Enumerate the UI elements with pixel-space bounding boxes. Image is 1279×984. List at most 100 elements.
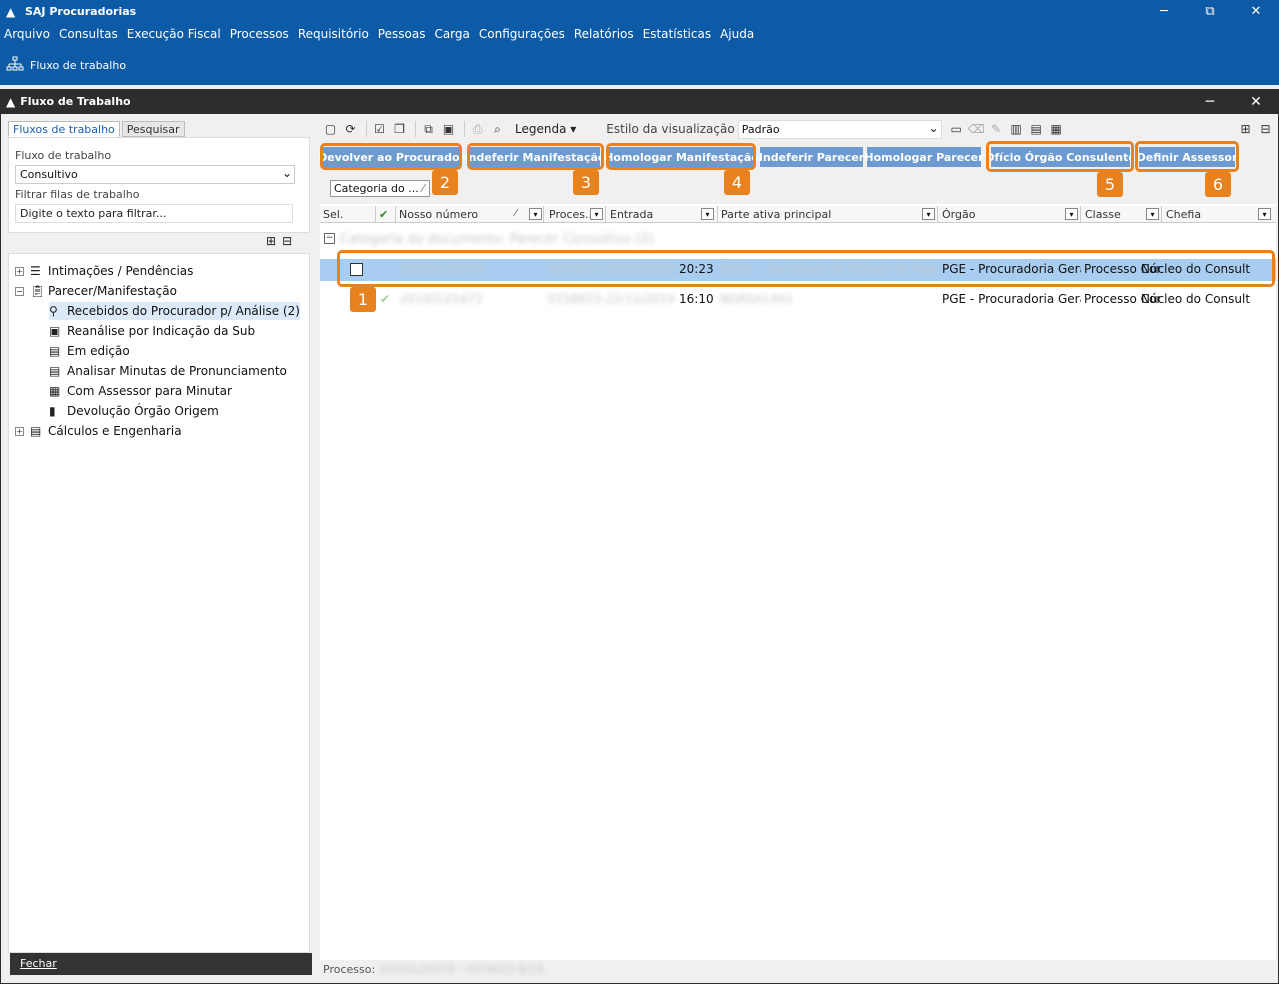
legenda-dropdown[interactable]: Legenda ▾ [515, 122, 576, 136]
highlight-box [986, 141, 1134, 172]
sort-icon: ⁄ [422, 182, 425, 195]
group-by-chip[interactable]: Categoria do ... ⁄ [330, 180, 430, 197]
tree-tools: ⊞ ⊟ [266, 234, 292, 248]
chevron-down-icon: ⌄ [928, 120, 939, 135]
table-row[interactable]: ✔ 20192L01672 0158823-22/12/2019 16:10 N… [320, 289, 1276, 311]
collapse-icon[interactable]: − [324, 233, 335, 244]
col-parte-ativa[interactable]: Parte ativa principal [718, 206, 938, 223]
filter-label: Filtrar filas de trabalho [15, 188, 140, 201]
org-chart-icon[interactable] [6, 56, 26, 74]
refresh-icon[interactable]: ⟳ [342, 121, 359, 138]
chevron-down-icon: ⌄ [281, 166, 292, 180]
export-icon[interactable]: ▣ [440, 121, 457, 138]
tree-item-parecer[interactable]: − 📋︎ Parecer/Manifestação [15, 282, 177, 300]
document-return-icon: ▮ [49, 404, 56, 418]
flow-label: Fluxo de trabalho [15, 149, 112, 162]
new-document-icon[interactable]: ▢ [322, 121, 339, 138]
tree-item-intimacoes[interactable]: + ☰ Intimações / Pendências [15, 262, 193, 280]
close-icon[interactable]: ✕ [1233, 89, 1279, 114]
tree-item-calculos[interactable]: + ▤ Cálculos e Engenharia [15, 422, 182, 440]
homologar-parecer-button[interactable]: Homologar Parecer [864, 147, 984, 167]
tab-fluxos-de-trabalho[interactable]: Fluxos de trabalho [8, 121, 120, 137]
col-nosso-numero[interactable]: Nosso número [396, 206, 544, 223]
status-label: Processo: [323, 963, 376, 976]
tree-item-label: Recebidos do Procurador p/ Análise (2) [67, 304, 300, 318]
col-check[interactable]: ✔ [376, 206, 396, 223]
step-badge: 3 [573, 170, 599, 195]
cell-parte-ativa: NGRSA1441 [720, 292, 794, 306]
column-filter-icon[interactable]: ▾ [1146, 208, 1159, 220]
fechar-button[interactable]: Fechar [10, 953, 312, 975]
estilo-label: Estilo da visualização [606, 122, 735, 136]
step-badge: 1 [350, 287, 376, 312]
menu-requisitorio[interactable]: Requisitório [298, 27, 369, 41]
document-lock-icon: ⎙ [472, 121, 483, 136]
minimize-icon[interactable]: ─ [1187, 89, 1233, 114]
col-label: Nosso número [399, 208, 479, 221]
tree-item-label: Cálculos e Engenharia [48, 424, 182, 438]
group-by-label: Categoria do ... [334, 182, 419, 195]
tab-pesquisar[interactable]: Pesquisar [121, 121, 185, 137]
edit-icon: ✎ [991, 122, 1002, 136]
column-filter-icon[interactable]: ▾ [922, 208, 935, 220]
collapse-icon[interactable]: − [15, 286, 24, 296]
group-row[interactable]: − Categoria do documento: Parecer Consul… [320, 229, 1276, 249]
menu-processos[interactable]: Processos [230, 27, 289, 41]
restore-icon[interactable]: ⧉ [1187, 0, 1233, 23]
column-filter-icon[interactable]: ▾ [701, 208, 714, 220]
col-label: Classe [1085, 208, 1121, 221]
step-badge: 6 [1205, 172, 1231, 197]
close-icon[interactable]: ✕ [1233, 0, 1279, 23]
tree-item-reanalise[interactable]: ▣ Reanálise por Indicação da Sub [49, 322, 255, 340]
filter-list-icon[interactable]: ▦ [1048, 121, 1065, 138]
col-sel[interactable]: Sel. [320, 206, 376, 223]
uncheck-all-icon[interactable]: ❐ [391, 121, 408, 138]
collapse-all-icon[interactable]: ⊟ [1257, 121, 1274, 138]
tree-item-com-assessor[interactable]: ▦ Com Assessor para Minutar [49, 382, 232, 400]
column-filter-icon[interactable]: ▾ [590, 208, 603, 220]
tree-item-em-edicao[interactable]: ▤ Em edição [49, 342, 130, 360]
column-filter-icon[interactable]: ▾ [1065, 208, 1078, 220]
menu-carga[interactable]: Carga [434, 27, 469, 41]
quick-fluxo-link[interactable]: Fluxo de trabalho [30, 59, 126, 72]
estilo-select[interactable]: Padrão ⌄ [737, 119, 942, 139]
tree-item-recebidos[interactable]: ⚲ Recebidos do Procurador p/ Análise (2) [49, 302, 300, 320]
menu-pessoas[interactable]: Pessoas [378, 27, 426, 41]
window-controls: ─ ⧉ ✕ [1141, 0, 1279, 23]
col-orgao[interactable]: Órgão [939, 206, 1081, 223]
save-icon[interactable]: ▭ [948, 121, 965, 138]
copy-icon[interactable]: ⧉ [420, 121, 437, 138]
tree-item-analisar-minutas[interactable]: ▤ Analisar Minutas de Pronunciamento [49, 362, 287, 380]
expand-icon[interactable]: + [15, 266, 24, 276]
highlight-box [467, 143, 604, 170]
saj-logo-icon: ▲ [6, 94, 16, 109]
tree-item-label: Com Assessor para Minutar [67, 384, 232, 398]
collapse-all-icon[interactable]: ⊟ [282, 234, 292, 248]
indeferir-parecer-button[interactable]: Indeferir Parecer [759, 147, 864, 167]
filter-input[interactable]: Digite o texto para filtrar... [15, 204, 293, 223]
tree-item-devolucao[interactable]: ▮ Devolução Órgão Origem [49, 402, 219, 420]
estilo-select-value: Padrão [741, 122, 780, 136]
check-all-icon[interactable]: ☑ [371, 121, 388, 138]
menu-configuracoes[interactable]: Configurações [479, 27, 565, 41]
minimize-icon[interactable]: ─ [1141, 0, 1187, 23]
tree-item-label: Devolução Órgão Origem [67, 404, 219, 418]
menu-estatisticas[interactable]: Estatísticas [643, 27, 711, 41]
menu-execucao-fiscal[interactable]: Execução Fiscal [127, 27, 221, 41]
menu-relatorios[interactable]: Relatórios [574, 27, 634, 41]
expand-icon[interactable]: + [15, 426, 24, 436]
menu-ajuda[interactable]: Ajuda [720, 27, 754, 41]
column-filter-icon[interactable]: ▾ [1258, 208, 1271, 220]
flow-select[interactable]: Consultivo ⌄ [15, 165, 295, 184]
flow-select-value: Consultivo [20, 168, 78, 181]
columns-icon[interactable]: ▥ [1008, 121, 1025, 138]
toolbar-separator [415, 121, 416, 137]
column-filter-icon[interactable]: ▾ [529, 208, 542, 220]
search-document-icon[interactable]: ⌕ [489, 121, 506, 138]
clipboard-icon[interactable]: ▤ [1028, 121, 1045, 138]
expand-all-icon[interactable]: ⊞ [266, 234, 276, 248]
menu-consultas[interactable]: Consultas [59, 27, 118, 41]
inner-window-titlebar: ▲ Fluxo de Trabalho ─ ✕ [0, 89, 1279, 114]
menu-arquivo[interactable]: Arquivo [4, 27, 50, 41]
expand-all-icon[interactable]: ⊞ [1237, 121, 1254, 138]
